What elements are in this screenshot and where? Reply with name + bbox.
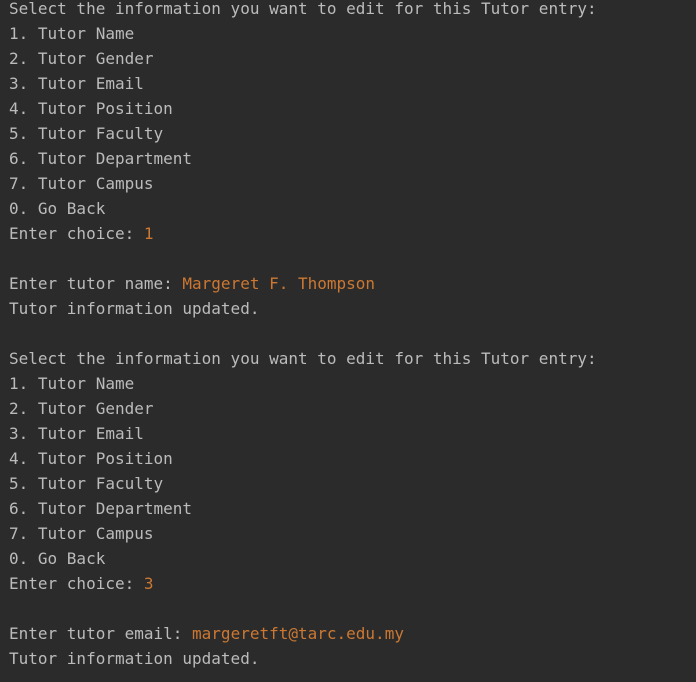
console-output[interactable]: Select the information you want to edit … <box>0 0 696 678</box>
menu-option-tutor-campus: 7. Tutor Campus <box>9 524 154 543</box>
menu-option-tutor-position: 4. Tutor Position <box>9 449 173 468</box>
field-entry-line: Enter tutor email: margeretft@tarc.edu.m… <box>9 621 696 646</box>
result-message: Tutor information updated. <box>9 649 260 668</box>
menu-prompt: Select the information you want to edit … <box>9 349 597 368</box>
menu-option-tutor-email: 3. Tutor Email <box>9 74 144 93</box>
menu-option-tutor-email: 3. Tutor Email <box>9 424 144 443</box>
choice-label: Enter choice: <box>9 574 144 593</box>
menu-option-go-back: 0. Go Back <box>9 199 106 218</box>
menu-option-tutor-faculty: 5. Tutor Faculty <box>9 474 164 493</box>
result-message: Tutor information updated. <box>9 299 260 318</box>
menu-option-tutor-gender: 2. Tutor Gender <box>9 49 154 68</box>
menu-option-go-back: 0. Go Back <box>9 549 106 568</box>
menu-option-tutor-campus: 7. Tutor Campus <box>9 174 154 193</box>
menu-prompt: Select the information you want to edit … <box>9 0 597 18</box>
choice-line: Enter choice: 3 <box>9 571 696 596</box>
choice-input-value: 1 <box>143 224 154 243</box>
menu-option-tutor-position: 4. Tutor Position <box>9 99 173 118</box>
menu-option-tutor-faculty: 5. Tutor Faculty <box>9 124 164 143</box>
menu-option-tutor-department: 6. Tutor Department <box>9 149 193 168</box>
field-label: Enter tutor email: <box>9 624 193 643</box>
choice-label: Enter choice: <box>9 224 144 243</box>
choice-input-value: 3 <box>143 574 154 593</box>
menu-option-tutor-name: 1. Tutor Name <box>9 24 135 43</box>
menu-option-tutor-gender: 2. Tutor Gender <box>9 399 154 418</box>
field-entry-line: Enter tutor name: Margeret F. Thompson <box>9 271 696 296</box>
field-input-value: Margeret F. Thompson <box>182 274 376 293</box>
field-input-value: margeretft@tarc.edu.my <box>192 624 404 643</box>
menu-option-tutor-department: 6. Tutor Department <box>9 499 193 518</box>
menu-option-tutor-name: 1. Tutor Name <box>9 374 135 393</box>
choice-line: Enter choice: 1 <box>9 221 696 246</box>
field-label: Enter tutor name: <box>9 274 183 293</box>
